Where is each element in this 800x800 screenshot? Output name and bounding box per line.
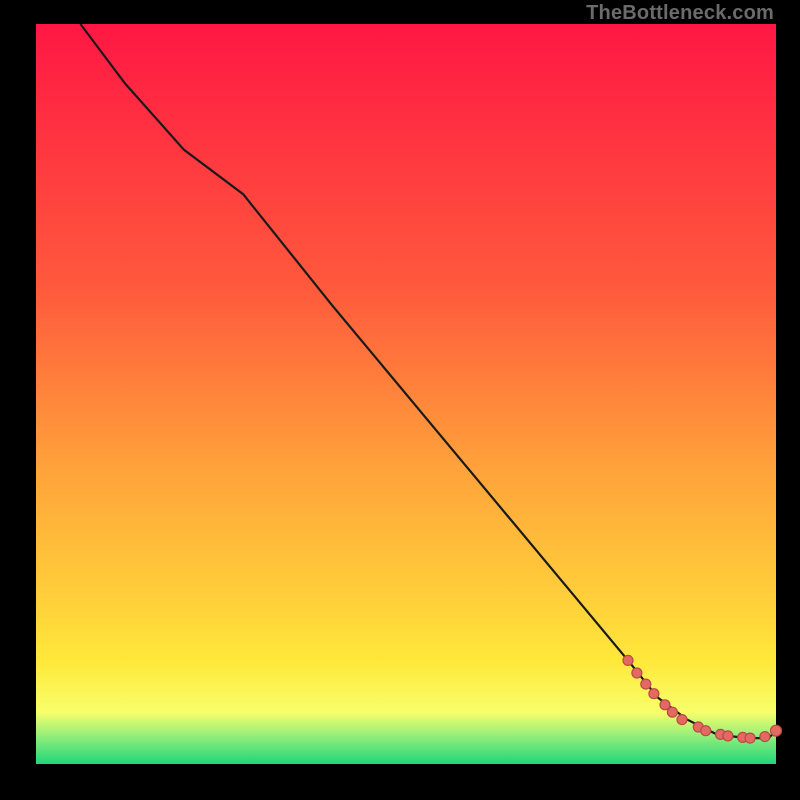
data-point <box>677 715 687 725</box>
data-point <box>760 732 770 742</box>
data-point <box>641 679 651 689</box>
chart-svg <box>36 24 776 764</box>
chart-stage: TheBottleneck.com <box>0 0 800 800</box>
data-point <box>667 707 677 717</box>
data-point <box>623 655 633 665</box>
data-point <box>745 733 755 743</box>
data-point <box>649 689 659 699</box>
plot-area <box>36 24 776 764</box>
data-point <box>701 726 711 736</box>
watermark-label: TheBottleneck.com <box>586 2 774 25</box>
data-points-group <box>623 655 782 743</box>
data-point <box>723 731 733 741</box>
data-point <box>632 668 642 678</box>
bottleneck-curve <box>80 24 776 738</box>
data-point <box>771 725 782 736</box>
